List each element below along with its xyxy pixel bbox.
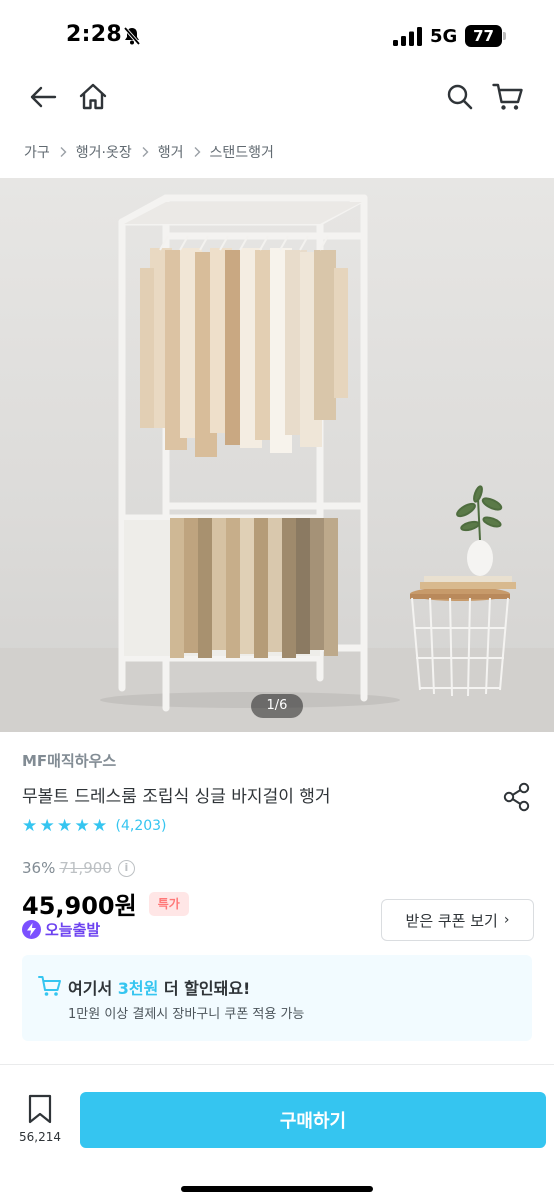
view-coupons-button[interactable]: 받은 쿠폰 보기 › [381,899,534,941]
promo-headline-suffix: 더 할인돼요! [158,979,251,998]
star-icon: ★ [39,816,55,836]
cart-icon [492,83,523,110]
bookmark-icon [28,1094,52,1124]
discount-rate: 36% [22,859,56,877]
breadcrumb-item[interactable]: 행거 [158,142,184,162]
silent-bell-icon [123,26,141,46]
breadcrumb-item[interactable]: 가구 [24,142,50,162]
promo-headline-prefix: 여기서 [68,979,118,998]
chevron-right-icon: › [503,912,510,928]
product-image [0,194,554,732]
rating-summary[interactable]: ★ ★ ★ ★ ★ (4,203) [22,816,167,836]
promo-headline: 여기서 3천원 더 할인돼요! [68,975,250,999]
home-button[interactable] [76,80,110,114]
sale-price: 45,900원 [22,892,137,920]
status-bar: 2:28 5G 77 [0,0,554,72]
top-nav [0,72,554,124]
original-price: 71,900 [59,859,112,877]
star-icon: ★ [92,816,108,836]
bookmark-count: 56,214 [19,1130,61,1144]
promo-subtext: 1만원 이상 결제시 장바구니 쿠폰 적용 가능 [68,1007,305,1022]
info-icon[interactable]: i [117,859,135,877]
lightning-icon [22,920,41,939]
shipping-label: 오늘출발 [45,921,101,939]
discount-row: 36% 71,900 i [22,859,135,877]
chevron-right-icon [142,147,149,157]
search-icon [447,84,473,110]
price-row: 45,900원 특가 [22,886,189,921]
back-button[interactable] [26,80,60,114]
breadcrumb: 가구 행거·옷장 행거 스탠드행거 [24,140,274,164]
brand-name[interactable]: MF매직하우스 [22,750,116,771]
buy-button[interactable]: 구매하기 [80,1092,546,1148]
breadcrumb-item[interactable]: 행거·옷장 [76,142,132,162]
battery-level: 77 [465,25,502,47]
star-icon: ★ [22,816,38,836]
special-price-badge: 특가 [148,891,189,916]
star-icon: ★ [57,816,73,836]
cart-icon [38,976,61,996]
battery-icon: 77 [465,25,507,47]
network-label: 5G [430,26,458,47]
gallery-pager: 1/6 [251,694,303,718]
product-title: 무볼트 드레스룸 조립식 싱글 바지걸이 행거 [22,787,331,807]
share-button[interactable] [500,780,534,814]
home-icon [79,83,107,110]
share-icon [503,782,530,812]
signal-icon [393,27,422,46]
product-image-gallery[interactable]: 1/6 [0,178,554,732]
shipping-badge: 오늘출발 [22,919,100,940]
rating-stars: ★ ★ ★ ★ ★ [22,816,110,836]
divider [0,1064,554,1065]
search-button[interactable] [443,80,477,114]
bookmark-button[interactable]: 56,214 [18,1094,62,1148]
cart-button[interactable] [491,80,525,114]
coupon-promo-banner[interactable]: 여기서 3천원 더 할인돼요! 1만원 이상 결제시 장바구니 쿠폰 적용 가능 [22,955,532,1041]
status-time: 2:28 [66,22,122,47]
star-icon: ★ [74,816,90,836]
coupon-button-label: 받은 쿠폰 보기 [405,911,498,930]
chevron-right-icon [60,147,67,157]
breadcrumb-item[interactable]: 스탠드행거 [210,142,274,162]
back-icon [30,86,57,108]
home-indicator [181,1186,373,1192]
review-count[interactable]: (4,203) [116,818,167,834]
promo-headline-amount: 3천원 [117,979,159,998]
chevron-right-icon [194,147,201,157]
